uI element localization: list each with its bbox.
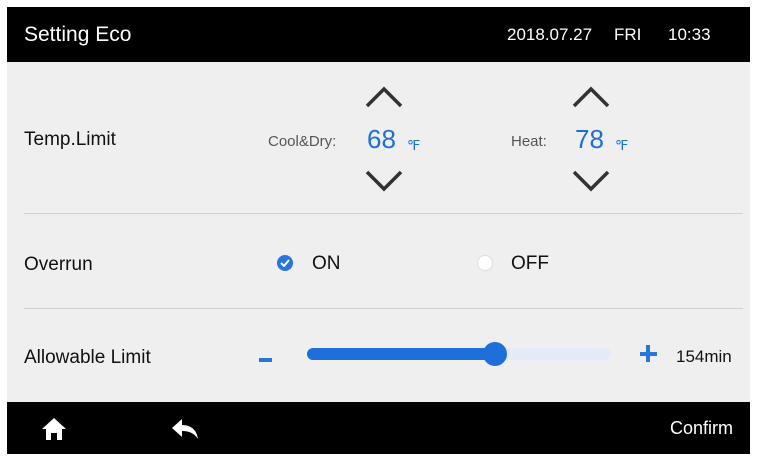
overrun-on-radio[interactable]	[277, 255, 293, 271]
allowable-limit-slider[interactable]	[307, 342, 611, 366]
heat-temp-value: 78	[575, 124, 604, 154]
cool-temp-unit: ℉	[407, 137, 421, 153]
header-bar: Setting Eco 2018.07.27 FRI 10:33	[7, 7, 750, 62]
chevron-down-icon	[365, 170, 403, 192]
back-button[interactable]	[170, 416, 200, 442]
overrun-label: Overrun	[24, 254, 93, 275]
chevron-up-icon	[572, 86, 610, 108]
chevron-up-icon	[365, 86, 403, 108]
confirm-button[interactable]: Confirm	[670, 418, 733, 439]
home-button[interactable]	[41, 416, 67, 442]
heat-increase-button[interactable]	[571, 84, 611, 110]
heat-label: Heat:	[511, 133, 547, 150]
slider-fill	[307, 348, 495, 360]
allowable-limit-label: Allowable Limit	[24, 347, 151, 368]
limit-decrease-button[interactable]	[259, 358, 272, 362]
allowable-limit-value: 154min	[676, 347, 732, 366]
cool-increase-button[interactable]	[364, 84, 404, 110]
check-icon	[280, 259, 290, 267]
overrun-off-label[interactable]: OFF	[511, 253, 549, 275]
home-icon	[42, 418, 66, 440]
cool-temp-value: 68	[367, 124, 396, 154]
back-arrow-icon	[172, 419, 198, 439]
heat-decrease-button[interactable]	[571, 168, 611, 194]
slider-thumb[interactable]	[483, 342, 507, 366]
page-title: Setting Eco	[24, 23, 132, 46]
temp-limit-label: Temp.Limit	[24, 129, 116, 150]
footer-bar: Confirm	[7, 402, 750, 454]
overrun-on-label[interactable]: ON	[312, 253, 341, 275]
time-display: 10:33	[668, 25, 711, 44]
date-display: 2018.07.27	[507, 25, 593, 44]
setting-eco-screen: Setting Eco 2018.07.27 FRI 10:33 Temp.Li…	[7, 7, 750, 454]
limit-increase-button[interactable]	[640, 344, 660, 364]
divider	[24, 213, 743, 214]
cool-decrease-button[interactable]	[364, 168, 404, 194]
chevron-down-icon	[572, 170, 610, 192]
divider	[24, 308, 743, 309]
cool-dry-label: Cool&Dry:	[268, 133, 337, 150]
overrun-off-radio[interactable]	[477, 255, 493, 271]
day-display: FRI	[614, 25, 642, 44]
heat-temp-unit: ℉	[615, 137, 629, 153]
